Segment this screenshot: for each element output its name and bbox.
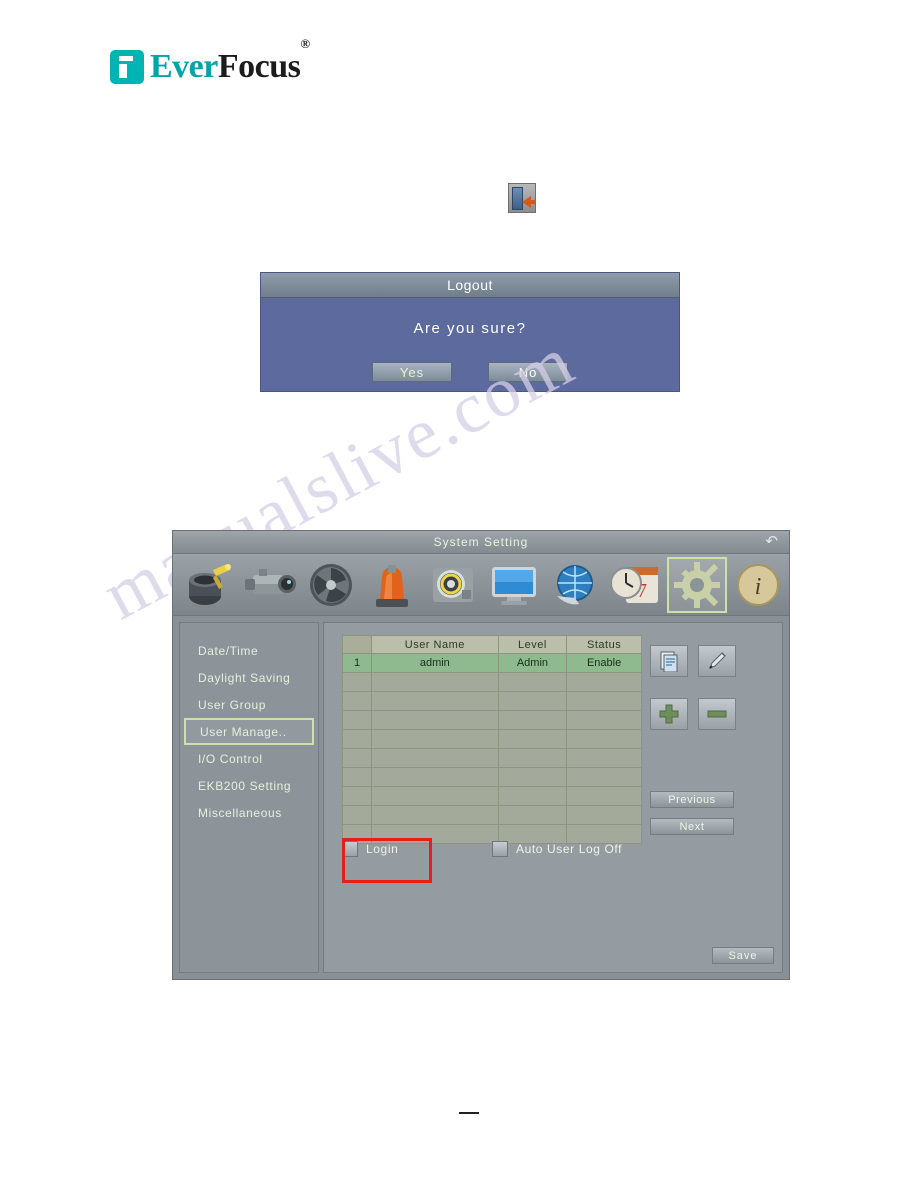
logout-dialog-title: Logout — [261, 273, 679, 298]
toolbar-icon-network[interactable] — [545, 557, 605, 613]
toolbar-icon-disk[interactable] — [423, 557, 483, 613]
toolbar-icon-fan[interactable] — [301, 557, 361, 613]
table-row[interactable] — [342, 748, 642, 768]
logout-arrow-tail — [529, 200, 536, 204]
menu-item-date-time[interactable]: Date/Time — [180, 637, 318, 664]
system-setting-title: System Setting — [433, 535, 529, 549]
table-row[interactable]: 1 admin Admin Enable — [342, 653, 642, 673]
system-setting-titlebar: System Setting ↶ — [173, 531, 789, 554]
copy-user-button[interactable] — [650, 645, 688, 677]
login-highlight-box — [342, 838, 432, 883]
logout-icon — [508, 183, 536, 213]
cell-user-name: admin — [371, 653, 499, 673]
edit-user-button[interactable] — [698, 645, 736, 677]
column-status: Status — [566, 635, 642, 654]
clipboard-icon — [660, 651, 678, 672]
minus-icon — [707, 710, 727, 718]
previous-button[interactable]: Previous — [650, 791, 734, 808]
table-row[interactable] — [342, 729, 642, 749]
table-row[interactable] — [342, 710, 642, 730]
column-index — [342, 635, 372, 654]
pencil-icon — [709, 652, 726, 669]
system-setting-toolbar: 7 i — [173, 554, 789, 616]
brand-name-part2: Focus — [217, 48, 301, 85]
toolbar-icon-alarm-light[interactable] — [362, 557, 422, 613]
table-row[interactable] — [342, 786, 642, 806]
back-arrow-icon[interactable]: ↶ — [765, 533, 779, 551]
svg-text:i: i — [755, 574, 762, 600]
menu-item-miscellaneous[interactable]: Miscellaneous — [180, 799, 318, 826]
toolbar-icon-information[interactable]: i — [728, 557, 788, 613]
logout-no-button[interactable]: No — [488, 362, 568, 382]
toolbar-icon-system-gear[interactable] — [667, 556, 727, 613]
logout-dialog-buttons: Yes No — [261, 362, 679, 382]
cell-level: Admin — [497, 653, 568, 673]
next-button[interactable]: Next — [650, 818, 734, 835]
column-user-name: User Name — [371, 635, 499, 654]
everfocus-logo-text: EverFocus® — [150, 36, 310, 86]
footer-rule — [459, 1112, 479, 1114]
cell-index: 1 — [342, 653, 372, 673]
table-row[interactable] — [342, 672, 642, 692]
toolbar-icon-lens[interactable] — [240, 557, 300, 613]
save-button[interactable]: Save — [712, 947, 774, 964]
user-table: User Name Level Status 1 admin Admin Ena… — [342, 635, 642, 844]
registered-mark: ® — [300, 36, 310, 51]
everfocus-logo: EverFocus® — [110, 36, 310, 86]
everfocus-logo-mark — [110, 50, 144, 84]
column-level: Level — [497, 635, 568, 654]
brand-name-part1: Ever — [150, 48, 218, 85]
remove-user-button[interactable] — [698, 698, 736, 730]
table-row[interactable] — [342, 691, 642, 711]
system-setting-body: Date/Time Daylight Saving User Group Use… — [173, 616, 789, 979]
user-management-panel: User Name Level Status 1 admin Admin Ena… — [323, 622, 783, 973]
menu-item-user-manage[interactable]: User Manage.. — [184, 718, 314, 745]
cell-status: Enable — [566, 653, 642, 673]
table-row[interactable] — [342, 805, 642, 825]
menu-item-io-control[interactable]: I/O Control — [180, 745, 318, 772]
toolbar-icon-schedule-clock[interactable]: 7 — [606, 557, 666, 613]
menu-item-user-group[interactable]: User Group — [180, 691, 318, 718]
auto-user-logoff-checkbox-box[interactable] — [492, 841, 508, 857]
menu-item-ekb200-setting[interactable]: EKB200 Setting — [180, 772, 318, 799]
auto-user-logoff-label: Auto User Log Off — [516, 842, 623, 856]
logout-yes-button[interactable]: Yes — [372, 362, 452, 382]
toolbar-icon-monitor[interactable] — [484, 557, 544, 613]
plus-icon — [659, 704, 679, 724]
logout-dialog: Logout Are you sure? Yes No — [260, 272, 680, 392]
logout-dialog-question: Are you sure? — [413, 320, 527, 337]
add-user-button[interactable] — [650, 698, 688, 730]
menu-item-daylight-saving[interactable]: Daylight Saving — [180, 664, 318, 691]
table-row[interactable] — [342, 767, 642, 787]
table-header-row: User Name Level Status — [342, 635, 642, 654]
toolbar-icon-camera-setup[interactable] — [179, 557, 239, 613]
system-setting-window: System Setting ↶ 7 i Date/Time Daylight … — [172, 530, 790, 980]
auto-user-logoff-checkbox[interactable]: Auto User Log Off — [492, 841, 622, 857]
settings-menu: Date/Time Daylight Saving User Group Use… — [179, 622, 319, 973]
